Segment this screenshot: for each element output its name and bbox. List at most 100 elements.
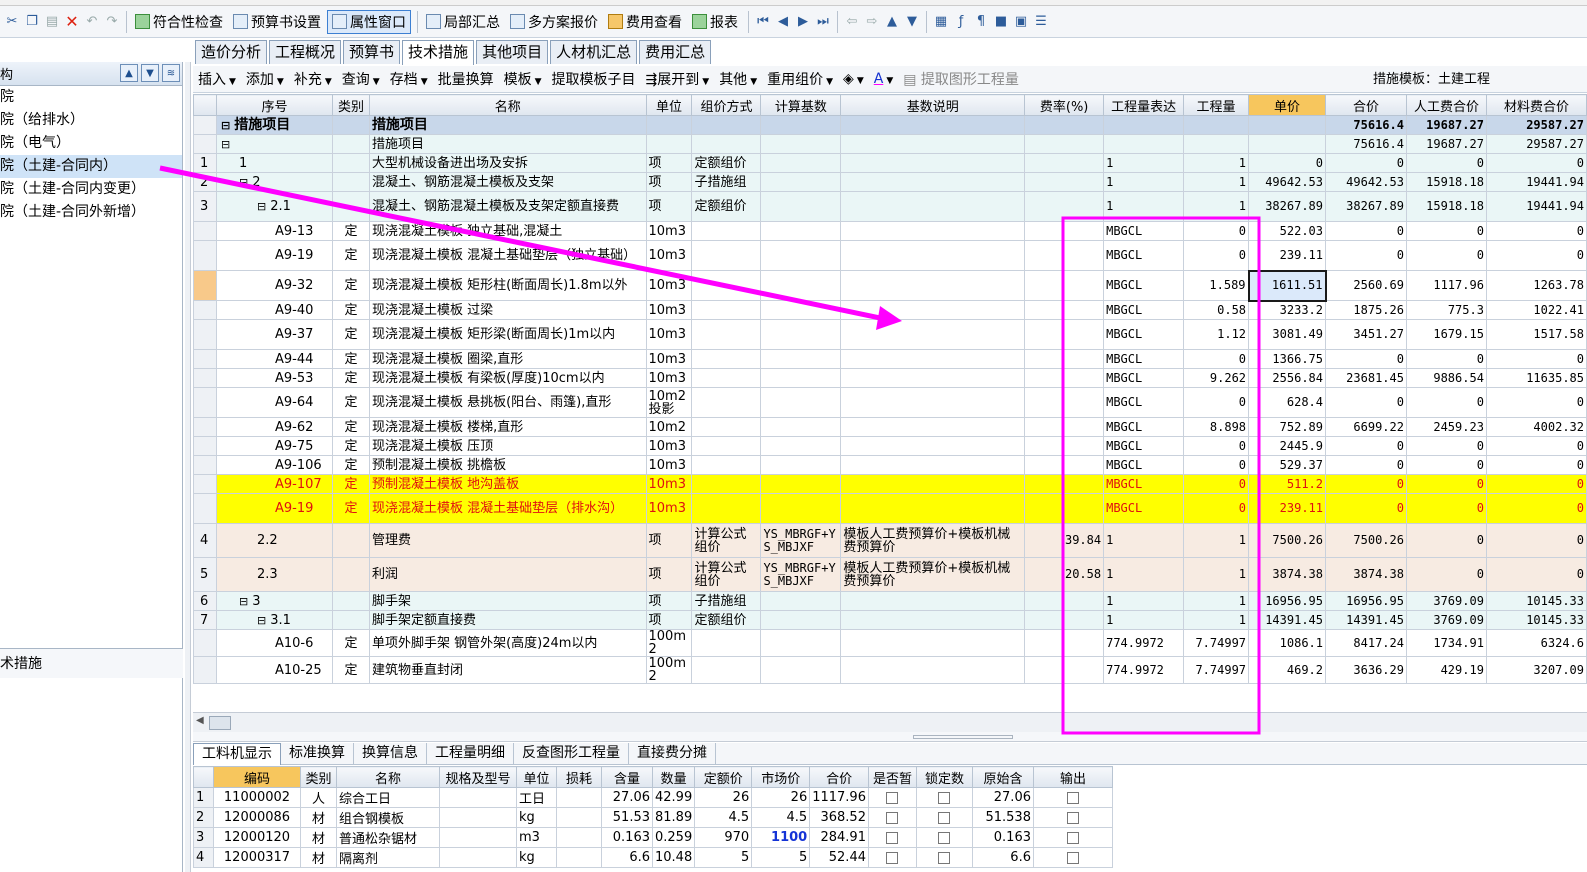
column-header[interactable]: 组价方式 — [691, 94, 762, 116]
cell-expr[interactable]: MBGCL — [1103, 493, 1185, 524]
column-header[interactable]: 市场价 — [751, 766, 811, 788]
cell-unit[interactable]: 项 — [645, 523, 693, 558]
cell-labor[interactable]: 1734.91 — [1405, 629, 1487, 657]
cell-name[interactable]: 混凝土、钢筋混凝土模板及支架定额直接费 — [368, 191, 647, 222]
row-index[interactable] — [193, 319, 217, 350]
tab-fee-summary[interactable]: 费用汇总 — [639, 40, 712, 64]
table-row[interactable]: A9-64 定现浇混凝土模板 悬挑板(阳台、雨篷),直形 10m2投影 MBGCL 0 6… — [193, 387, 1587, 418]
cell-labor[interactable]: 0 — [1405, 349, 1487, 369]
tree-item[interactable]: 院（给排水） — [0, 109, 182, 132]
cell-output[interactable] — [1032, 827, 1113, 848]
cell-mat[interactable]: 0 — [1485, 240, 1587, 271]
cell-total[interactable]: 38267.89 — [1325, 191, 1407, 222]
tab-conversion-info[interactable]: 换算信息 — [354, 743, 427, 765]
cell-expr[interactable]: 1 — [1103, 191, 1185, 222]
cell-seq[interactable]: A9-13 — [215, 221, 333, 241]
cell-total[interactable]: 16956.95 — [1325, 591, 1407, 611]
cell-labor[interactable]: 15918.18 — [1405, 191, 1487, 222]
checkbox[interactable] — [938, 851, 951, 864]
cell-total[interactable]: 0 — [1325, 153, 1407, 173]
cell-qty[interactable]: 0 — [1183, 387, 1250, 418]
cell-cat[interactable] — [331, 557, 370, 592]
cell-total[interactable]: 0 — [1325, 455, 1407, 475]
cell-method[interactable] — [691, 455, 762, 475]
cell-expr[interactable]: MBGCL — [1103, 319, 1185, 350]
column-header[interactable]: 锁定数 — [915, 766, 973, 788]
cell-seq[interactable]: ⊟ 2.1 — [215, 191, 333, 222]
cell-seq[interactable]: A9-62 — [215, 417, 333, 437]
cell-expr[interactable]: MBGCL — [1103, 474, 1185, 494]
property-window-button[interactable]: 属性窗口 — [327, 9, 411, 34]
cell-quota[interactable]: 26 — [694, 787, 753, 808]
move-down-icon[interactable]: ▼ — [902, 11, 922, 33]
cell-qty[interactable]: 8.898 — [1183, 417, 1250, 437]
cell-labor[interactable]: 0 — [1405, 493, 1487, 524]
tab-budget[interactable]: 预算书 — [343, 40, 401, 64]
cell-total[interactable]: 0 — [1325, 221, 1407, 241]
cell-expr[interactable]: MBGCL — [1103, 240, 1185, 271]
cell-method[interactable]: 定额组价 — [691, 610, 762, 630]
cell-basedesc[interactable] — [840, 474, 1026, 494]
tree-toggle-icon[interactable]: ⊟ — [221, 119, 230, 132]
cell-base[interactable] — [760, 455, 842, 475]
checkbox[interactable] — [886, 811, 899, 824]
column-header[interactable]: 材料费合价 — [1485, 94, 1587, 116]
cell-unit[interactable]: 10m3 — [645, 221, 693, 241]
cell-mat[interactable]: 29587.27 — [1485, 134, 1587, 154]
cell-mat[interactable]: 6324.6 — [1485, 629, 1587, 657]
cell-qty[interactable] — [1183, 134, 1250, 154]
cell-loss[interactable] — [556, 847, 602, 868]
cell-seq[interactable]: ⊟ 2 — [215, 172, 333, 192]
material-row[interactable]: 1 11000002 人综合工日 工日 27.06 42.99 26 26 1117.96 27.… — [193, 787, 1113, 808]
cell-name[interactable]: 措施项目 — [368, 115, 647, 135]
cell-lock-qty[interactable] — [915, 787, 973, 808]
cell-basedesc[interactable] — [840, 417, 1026, 437]
cell-unit[interactable]: 项 — [645, 557, 693, 592]
cell-code[interactable]: 12000317 — [213, 847, 301, 868]
cell-total[interactable]: 1875.26 — [1325, 300, 1407, 320]
cell-cat[interactable]: 人 — [300, 787, 337, 808]
table-row[interactable]: A10-25 定建筑物垂直封闭 100m2 774.9972 7.74997 469.2 3… — [193, 656, 1587, 684]
supplement-button[interactable]: 补充 ▼ — [289, 69, 337, 89]
cell-price[interactable]: 239.11 — [1248, 240, 1326, 271]
prev-record-icon[interactable]: ◀ — [773, 11, 793, 33]
row-index[interactable]: 1 — [193, 153, 217, 173]
cell-seq[interactable]: A9-19 — [215, 240, 333, 271]
cell-base[interactable] — [760, 191, 842, 222]
row-index[interactable] — [193, 656, 217, 684]
cell-basedesc[interactable] — [840, 319, 1026, 350]
cell-spec[interactable] — [439, 787, 517, 808]
cell-seq[interactable]: A9-40 — [215, 300, 333, 320]
cell-expr[interactable] — [1103, 115, 1185, 135]
cell-expr[interactable]: MBGCL — [1103, 436, 1185, 456]
cell-market[interactable]: 4.5 — [751, 807, 811, 828]
table-row[interactable]: A9-32 定现浇混凝土模板 矩形柱(断面周长)1.8m以外 10m3 MBGCL 1.… — [193, 269, 1587, 302]
cell-method[interactable]: 计算公式组价 — [691, 557, 762, 592]
row-index[interactable] — [193, 300, 217, 320]
cell-base[interactable] — [760, 493, 842, 524]
cell-method[interactable] — [691, 115, 762, 135]
cell-base[interactable] — [760, 319, 842, 350]
cell-name[interactable]: 现浇混凝土模板 矩形柱(断面周长)1.8m以外 — [368, 270, 647, 301]
cell-price[interactable] — [1248, 134, 1326, 154]
cell-base[interactable] — [760, 474, 842, 494]
cell-name[interactable]: 现浇混凝土模板 悬挑板(阳台、雨篷),直形 — [368, 387, 647, 418]
cell-unit[interactable]: 工日 — [516, 787, 557, 808]
cell-mat[interactable]: 0 — [1485, 493, 1587, 524]
cell-price[interactable]: 3081.49 — [1248, 319, 1326, 350]
table-row[interactable]: A9-53 定现浇混凝土模板 有梁板(厚度)10cm以内 10m3 MBGCL 9.26… — [193, 368, 1587, 388]
cell-name[interactable]: 现浇混凝土模板 圈梁,直形 — [368, 349, 647, 369]
cell-mat[interactable]: 0 — [1485, 153, 1587, 173]
tree-item[interactable]: 院 — [0, 86, 182, 109]
tab-project-overview[interactable]: 工程概况 — [269, 40, 342, 64]
cell-seq[interactable]: A10-6 — [215, 629, 333, 657]
cell-labor[interactable]: 2459.23 — [1405, 417, 1487, 437]
cell-loss[interactable] — [556, 807, 602, 828]
cell-provisional[interactable] — [867, 787, 917, 808]
cell-base[interactable] — [760, 221, 842, 241]
cell-qty[interactable]: 0.58 — [1183, 300, 1250, 320]
cell-labor[interactable]: 0 — [1405, 153, 1487, 173]
cell-total[interactable]: 2560.69 — [1325, 270, 1407, 301]
cell-price[interactable]: 628.4 — [1248, 387, 1326, 418]
cell-total[interactable]: 8417.24 — [1325, 629, 1407, 657]
